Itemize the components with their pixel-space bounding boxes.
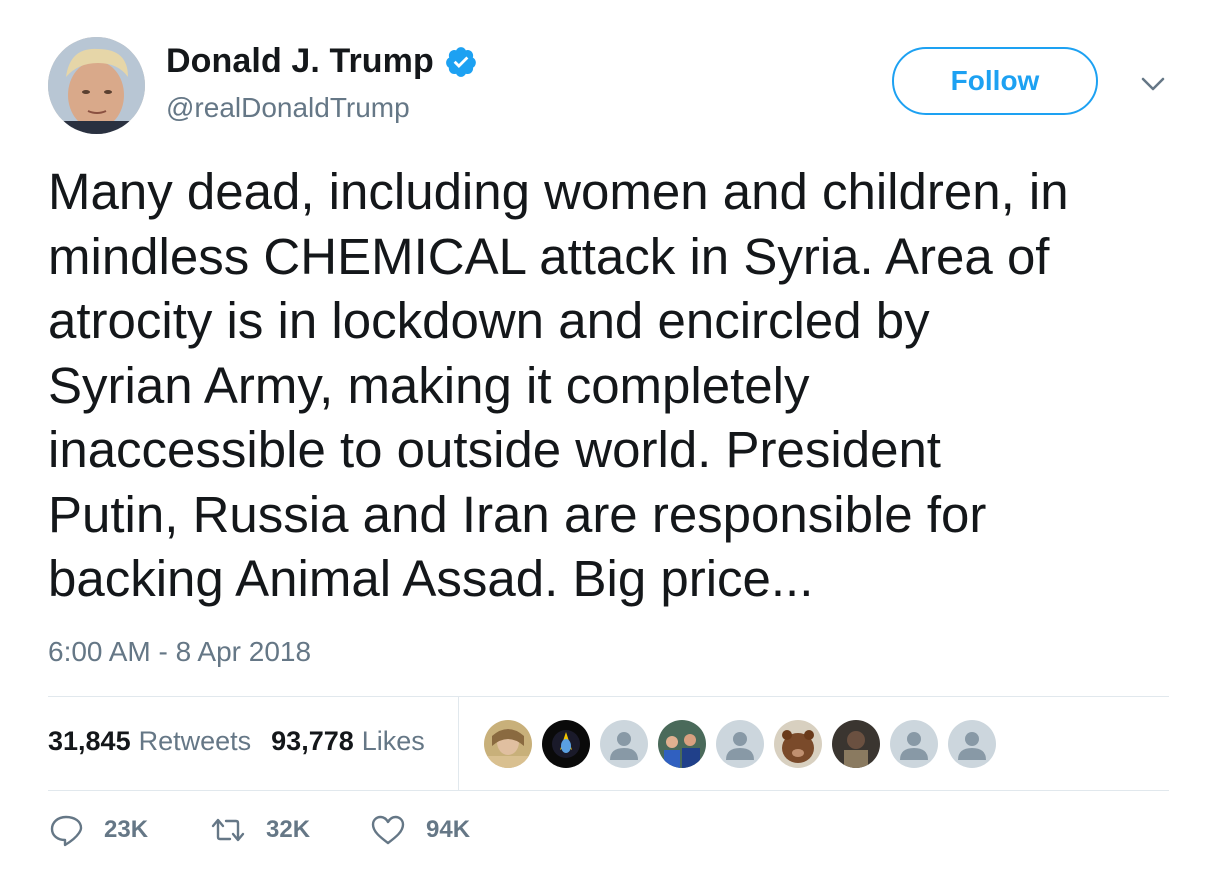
- retweet-count: 31,845: [48, 726, 131, 756]
- default-avatar-icon[interactable]: [716, 720, 764, 768]
- default-avatar-icon[interactable]: [948, 720, 996, 768]
- tweet: Donald J. Trump @realDonaldTrump Follow …: [0, 0, 1232, 886]
- default-avatar-icon[interactable]: [600, 720, 648, 768]
- liker-avatar[interactable]: [832, 720, 880, 768]
- retweet-icon: [211, 818, 245, 842]
- verified-badge-icon: [444, 45, 478, 79]
- liker-avatar[interactable]: [542, 720, 590, 768]
- tweet-text-line: Syrian Army, making it completely: [48, 356, 810, 414]
- like-count: 93,778: [271, 726, 354, 756]
- like-stat[interactable]: 93,778 Likes: [271, 726, 425, 757]
- reply-count: 23K: [104, 816, 149, 843]
- reply-button[interactable]: 23K: [48, 812, 208, 848]
- default-avatar-icon[interactable]: [890, 720, 938, 768]
- retweet-action-count: 32K: [266, 816, 311, 843]
- author-handle[interactable]: @realDonaldTrump: [166, 92, 410, 124]
- like-button[interactable]: 94K: [370, 812, 470, 848]
- action-bar: 23K 32K 94K: [48, 812, 470, 848]
- like-label: Likes: [361, 726, 425, 756]
- follow-button[interactable]: Follow: [892, 47, 1098, 115]
- stats-divider: [458, 697, 459, 790]
- tweet-stats: 31,845 Retweets 93,778 Likes: [48, 726, 425, 757]
- tweet-text-line: Many dead, including women and children,…: [48, 163, 1069, 220]
- tweet-timestamp[interactable]: 6:00 AM - 8 Apr 2018: [48, 636, 311, 668]
- tweet-text-line: mindless CHEMICAL attack in Syria. Area …: [48, 227, 1050, 285]
- chevron-down-icon[interactable]: [1138, 72, 1168, 96]
- author-name[interactable]: Donald J. Trump: [166, 42, 434, 81]
- tweet-text-line: Putin, Russia and Iran are responsible f…: [48, 485, 987, 543]
- reply-icon: [50, 815, 83, 847]
- retweet-stat[interactable]: 31,845 Retweets: [48, 726, 251, 757]
- tweet-text-line: inaccessible to outside world. President: [48, 421, 941, 478]
- tweet-text-line: backing Animal Assad. Big price...: [48, 550, 814, 607]
- author-avatar[interactable]: [48, 37, 145, 134]
- likers-avatars: [484, 720, 1006, 768]
- liker-avatar[interactable]: [774, 720, 822, 768]
- retweet-button[interactable]: 32K: [210, 812, 370, 848]
- divider: [48, 696, 1169, 697]
- heart-icon: [371, 815, 405, 845]
- retweet-label: Retweets: [138, 726, 252, 756]
- divider: [48, 790, 1169, 791]
- liker-avatar[interactable]: [484, 720, 532, 768]
- like-action-count: 94K: [426, 816, 471, 843]
- author-name-row[interactable]: Donald J. Trump: [166, 42, 478, 81]
- tweet-text: Many dead, including women and children,…: [48, 160, 1198, 612]
- tweet-text-line: atrocity is in lockdown and encircled by: [48, 292, 930, 349]
- liker-avatar[interactable]: [658, 720, 706, 768]
